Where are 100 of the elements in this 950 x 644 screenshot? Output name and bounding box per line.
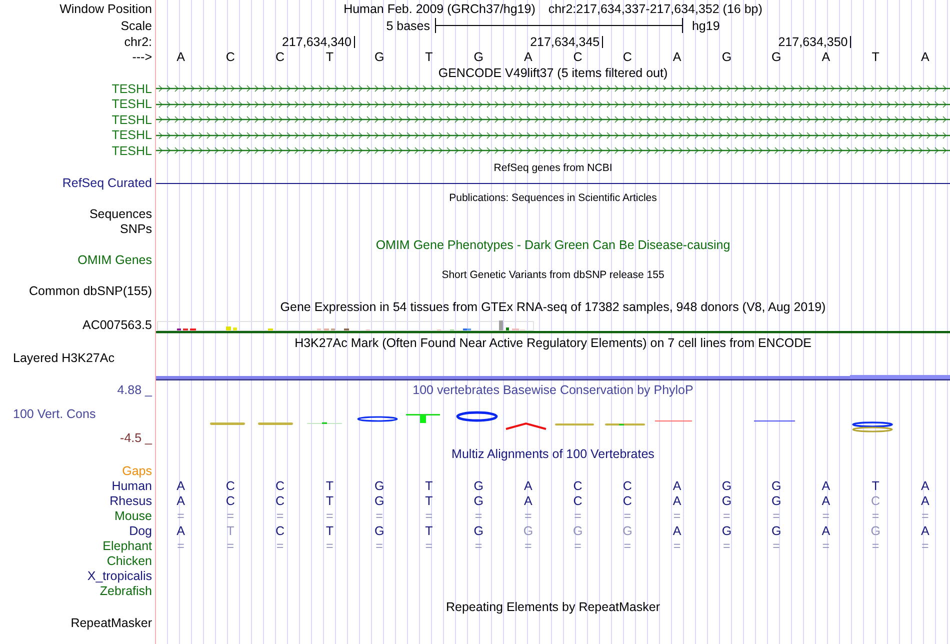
aligned-base: T <box>326 494 334 508</box>
aligned-base: G <box>572 524 583 538</box>
aligned-base: = <box>474 509 482 523</box>
species-label: Rhesus <box>110 494 152 508</box>
aligned-base: = <box>474 539 482 553</box>
aligned-base: A <box>672 494 682 508</box>
aligned-base: C <box>276 479 285 493</box>
aligned-base: = <box>177 509 184 523</box>
aligned-base: C <box>226 494 235 508</box>
conservation-mark <box>555 424 594 426</box>
conservation-mark <box>406 414 440 423</box>
track-title: Repeating Elements by RepeatMasker <box>446 600 660 614</box>
aligned-base: = <box>177 539 184 553</box>
base-letter: A <box>176 50 185 64</box>
base-letter: A <box>524 50 532 64</box>
aligned-base: T <box>425 479 433 493</box>
aligned-base: G <box>622 524 632 538</box>
gene-label: TESHL <box>112 82 152 96</box>
base-letter: C <box>226 50 235 64</box>
conservation-mark <box>605 424 645 426</box>
conservation-mark <box>210 422 245 425</box>
scale-length: 5 bases <box>386 18 430 32</box>
aligned-base: = <box>226 509 234 523</box>
aligned-base: C <box>573 494 582 508</box>
track-label: RefSeq Curated <box>62 176 152 190</box>
track-label: Sequences <box>89 206 152 220</box>
aligned-base: = <box>723 539 730 553</box>
ruler-position: 217,634,350 <box>778 35 848 49</box>
aligned-base: = <box>425 509 433 523</box>
aligned-base: = <box>326 539 334 553</box>
aligned-base: G <box>374 524 384 538</box>
aligned-base: A <box>822 479 830 493</box>
track-label: Common dbSNP(155) <box>29 284 152 298</box>
conservation-mark <box>754 420 795 422</box>
track-label: 100 Vert. Cons <box>13 407 96 421</box>
gene-feature[interactable] <box>156 146 950 156</box>
aligned-base: = <box>673 539 681 553</box>
aligned-base: = <box>772 509 780 523</box>
species-label: Human <box>112 479 152 493</box>
aligned-base: = <box>574 539 582 553</box>
aligned-base: C <box>622 479 632 493</box>
conservation-mark <box>655 420 692 422</box>
track-title: 100 vertebrates Basewise Conservation by PhyloP <box>412 383 694 397</box>
gene-label: TESHL <box>112 97 152 112</box>
base-letter: G <box>722 50 732 64</box>
base-letter: G <box>474 50 484 64</box>
aligned-base: A <box>672 479 682 493</box>
aligned-base: A <box>524 479 532 493</box>
aligned-base: G <box>771 479 782 493</box>
aligned-base: G <box>870 524 880 538</box>
species-label: Chicken <box>106 554 152 568</box>
base-letter: G <box>771 50 782 64</box>
aligned-base: = <box>673 509 681 523</box>
species-label: Dog <box>129 524 152 538</box>
gene-line[interactable] <box>156 331 950 334</box>
aligned-base: C <box>622 494 632 508</box>
track-title: RefSeq genes from NCBI <box>494 162 612 174</box>
row-label: chr2: <box>124 35 152 49</box>
aligned-base: T <box>326 479 334 493</box>
gene-feature[interactable] <box>156 84 950 94</box>
aligned-base: = <box>922 509 929 523</box>
aligned-base: = <box>425 539 433 553</box>
axis-min-label: -4.5 _ <box>120 431 152 445</box>
aligned-base: A <box>822 494 830 508</box>
aligned-base: T <box>872 479 880 493</box>
gene-label: TESHL <box>112 112 152 127</box>
ruler-position: 217,634,345 <box>530 35 600 49</box>
aligned-base: C <box>226 479 235 493</box>
base-letter: A <box>822 50 830 64</box>
transcript-line[interactable] <box>156 182 950 184</box>
aligned-base: = <box>872 509 880 523</box>
aligned-base: C <box>276 524 285 538</box>
aligned-base: = <box>624 509 632 523</box>
assembly-name: Human Feb. 2009 (GRCh37/hg19) <box>344 2 536 16</box>
gene-feature[interactable] <box>156 115 950 124</box>
species-label: X_tropicalis <box>87 569 152 583</box>
axis-max-label: 4.88 _ <box>117 383 152 397</box>
aligned-base: C <box>573 479 582 493</box>
gene-feature[interactable] <box>156 130 950 140</box>
track-label: Layered H3K27Ac <box>13 352 114 364</box>
species-label: Elephant <box>102 539 152 553</box>
aligned-base: G <box>474 494 484 508</box>
base-letter: A <box>672 50 682 64</box>
gene-feature[interactable] <box>156 100 950 109</box>
expression-bar <box>226 326 231 330</box>
aligned-base: G <box>474 524 484 538</box>
track-label: OMIM Genes <box>78 253 152 267</box>
track-title: Gene Expression in 54 tissues from GTEx RNA-seq of 17382 samples, 948 donors (V8, Aug 2019) <box>280 300 826 314</box>
species-label: Mouse <box>114 509 152 523</box>
aligned-base: G <box>722 524 732 538</box>
ruler-position: 217,634,340 <box>282 35 352 49</box>
scale-assembly: hg19 <box>692 18 720 32</box>
base-letter: C <box>622 50 632 64</box>
base-letter: T <box>425 50 433 64</box>
gene-label: TESHL <box>112 128 152 142</box>
aligned-base: G <box>722 494 732 508</box>
row-label: Window Position <box>60 2 152 16</box>
track-label: Gaps <box>122 464 152 478</box>
aligned-base: A <box>176 479 185 493</box>
aligned-base: A <box>176 524 185 538</box>
